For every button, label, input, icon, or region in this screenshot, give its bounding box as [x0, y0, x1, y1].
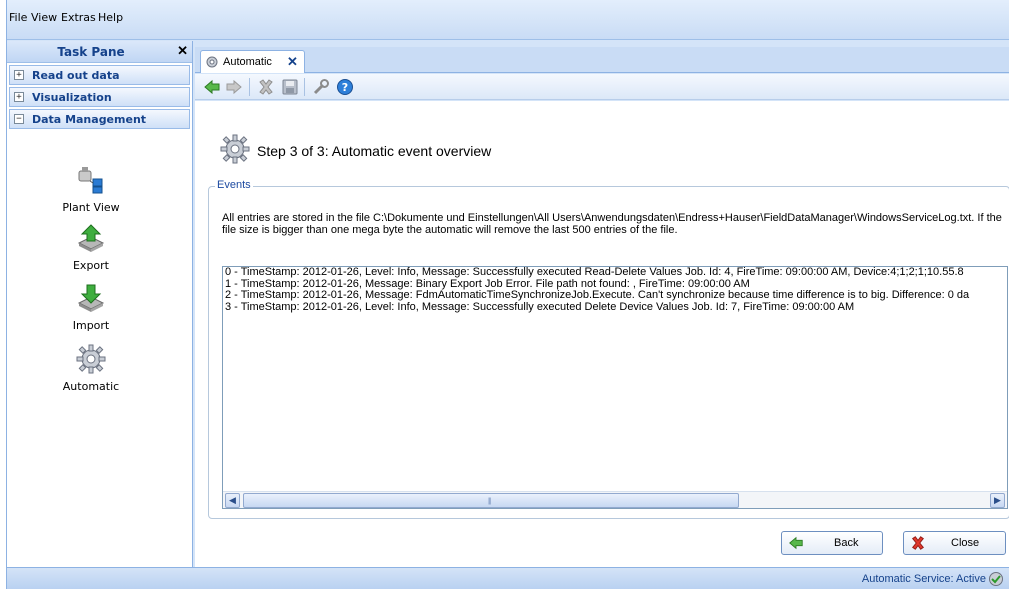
tab-label: Automatic [223, 56, 272, 68]
export-icon [77, 224, 105, 252]
task-pane-close-icon[interactable]: ✕ [177, 43, 188, 59]
events-group: Events All entries are stored in the fil… [208, 179, 1009, 519]
forward-arrow-icon[interactable] [225, 78, 243, 96]
toolbar-separator [304, 78, 305, 96]
page-title: Step 3 of 3: Automatic event overview [257, 143, 492, 159]
toolbar: ? [195, 74, 1009, 100]
event-log-list[interactable]: 0 - TimeStamp: 2012-01-26, Level: Info, … [222, 266, 1008, 509]
gear-icon [206, 56, 218, 68]
wizard-content: Step 3 of 3: Automatic event overview Ev… [195, 101, 1009, 567]
task-pane-header: Task Pane ✕ [7, 41, 192, 63]
list-item[interactable]: 2 - TimeStamp: 2012-01-26, Message: FdmA… [223, 289, 1007, 302]
group-label: Data Management [32, 113, 147, 126]
task-pane: Task Pane ✕ + Read out data + Visualizat… [7, 41, 193, 567]
task-item-import[interactable]: Import [7, 283, 175, 332]
back-button[interactable]: Back [781, 531, 883, 555]
svg-text:?: ? [342, 81, 348, 94]
task-item-label: Export [72, 259, 109, 272]
import-icon [77, 284, 105, 312]
service-active-icon [989, 572, 1003, 586]
close-button[interactable]: Close [903, 531, 1006, 555]
back-arrow-icon [789, 536, 803, 550]
menu-help[interactable]: Help [98, 11, 123, 24]
list-item[interactable]: 3 - TimeStamp: 2012-01-26, Level: Info, … [223, 301, 1007, 314]
scrollbar-thumb[interactable]: ||| [243, 493, 739, 508]
events-legend: Events [215, 179, 253, 191]
gear-icon [220, 134, 250, 164]
plant-view-icon [78, 167, 103, 194]
task-item-label: Plant View [62, 201, 120, 214]
task-item-export[interactable]: Export [7, 223, 175, 272]
menu-extras[interactable]: Extras [61, 11, 96, 24]
task-pane-title: Task Pane [57, 45, 125, 59]
tab-close-icon[interactable]: ✕ [287, 54, 298, 70]
group-label: Visualization [32, 91, 112, 104]
expand-icon[interactable]: + [14, 70, 24, 80]
task-item-plant-view[interactable]: Plant View [7, 165, 175, 214]
scroll-right-icon[interactable]: ▶ [990, 493, 1005, 508]
status-bar: Automatic Service: Active [7, 567, 1009, 589]
expand-icon[interactable]: + [14, 92, 24, 102]
main-window: File View Extras Help Task Pane ✕ + Read… [6, 0, 1009, 589]
group-label: Read out data [32, 69, 120, 82]
save-icon[interactable] [281, 78, 299, 96]
group-visualization[interactable]: + Visualization [9, 87, 190, 107]
close-icon [912, 536, 924, 550]
toolbar-separator [249, 78, 250, 96]
delete-icon[interactable] [257, 78, 275, 96]
back-arrow-icon[interactable] [203, 78, 221, 96]
menu-file[interactable]: File [9, 11, 27, 24]
scroll-left-icon[interactable]: ◀ [225, 493, 240, 508]
task-item-label: Automatic [62, 380, 120, 393]
grip-icon: ||| [488, 498, 492, 505]
collapse-icon[interactable]: − [14, 114, 24, 124]
task-item-label: Import [72, 319, 110, 332]
gear-icon [76, 344, 106, 374]
help-icon[interactable]: ? [336, 78, 354, 96]
back-button-label: Back [834, 537, 859, 549]
close-button-label: Close [951, 537, 980, 549]
tab-automatic[interactable]: Automatic ✕ [200, 50, 305, 73]
menu-view[interactable]: View [31, 11, 57, 24]
list-item[interactable]: 0 - TimeStamp: 2012-01-26, Level: Info, … [223, 267, 1007, 279]
document-tab-strip: Automatic ✕ [195, 47, 1009, 73]
task-item-automatic[interactable]: Automatic [7, 344, 175, 393]
group-read-out-data[interactable]: + Read out data [9, 65, 190, 85]
tools-icon[interactable] [312, 78, 330, 96]
menu-bar: File View Extras Help [7, 0, 1009, 40]
events-description: All entries are stored in the file C:\Do… [222, 212, 1002, 236]
group-data-management[interactable]: − Data Management [9, 109, 190, 129]
horizontal-scrollbar[interactable]: ◀ ||| ▶ [223, 491, 1007, 508]
service-status-text: Automatic Service: Active [861, 573, 986, 585]
